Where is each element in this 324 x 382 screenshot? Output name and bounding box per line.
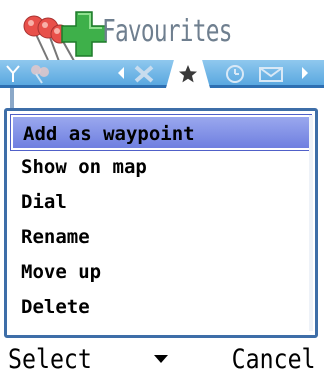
cancel-softkey[interactable]: Cancel [232,340,316,380]
options-menu-list: Add as waypoint Show on map Dial Rename … [11,115,311,325]
menu-item-label: Show on map [21,156,147,178]
menu-scrollbar[interactable] [309,115,313,331]
title-pane: Favourites [0,0,324,69]
list-edge-divider [10,88,14,108]
map-pins-icon[interactable] [28,63,58,85]
menu-item-label: Add as waypoint [23,123,195,145]
tab-strip [0,60,324,88]
chevron-down-icon[interactable] [153,352,169,366]
menu-item-label: Delete [21,296,90,318]
softkey-bar: Select Cancel [0,338,324,382]
menu-item-rename[interactable]: Rename [11,220,311,255]
menu-item-label: Move up [21,261,102,283]
envelope-icon[interactable] [256,63,286,85]
clock-icon[interactable] [220,63,250,85]
tab-scroll-left-icon[interactable] [116,65,126,81]
cancel-x-icon[interactable] [130,63,160,85]
menu-item-show-on-map[interactable]: Show on map [11,150,311,185]
tab-scroll-right-icon[interactable] [300,65,310,81]
star-icon [179,65,197,83]
screen-title: Favourites [102,14,232,49]
signal-icon [6,65,20,82]
menu-item-move-up[interactable]: Move up [11,255,311,290]
tab-favourites[interactable] [166,60,210,88]
phone-screen: Favourites Add as waypoint Show on map D… [0,0,324,382]
options-menu: Add as waypoint Show on map Dial Rename … [4,108,318,338]
select-softkey[interactable]: Select [8,340,92,380]
menu-item-delete[interactable]: Delete [11,290,311,325]
menu-item-label: Rename [21,226,90,248]
menu-item-label: Dial [21,191,67,213]
menu-item-dial[interactable]: Dial [11,185,311,220]
menu-item-add-as-waypoint[interactable]: Add as waypoint [11,115,311,150]
